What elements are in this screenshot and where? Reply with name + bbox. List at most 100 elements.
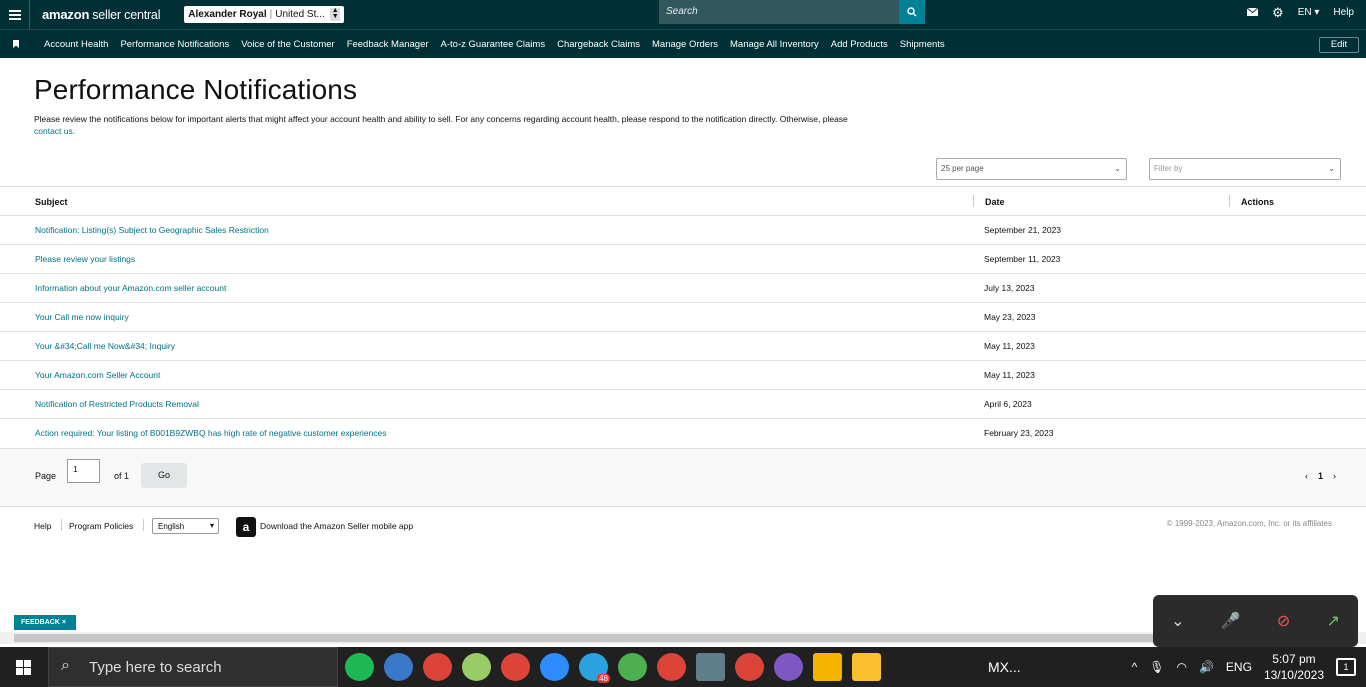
program-policies-link[interactable]: Program Policies bbox=[69, 521, 133, 531]
nav-item-voice-of-customer[interactable]: Voice of the Customer bbox=[241, 39, 334, 50]
taskbar: ⌕ Type here to search 48 MX... ^ 🎙 ◠ 🔊 E… bbox=[0, 647, 1366, 687]
notification-link[interactable]: Notification: Listing(s) Subject to Geog… bbox=[35, 225, 269, 235]
row-date: April 6, 2023 bbox=[984, 399, 1032, 409]
table-row: Please review your listings September 11,… bbox=[0, 245, 1366, 274]
microphone-icon[interactable]: 🎤 bbox=[1221, 611, 1241, 631]
search-icon: ⌕ bbox=[61, 657, 70, 674]
call-controls: ⌄ 🎤 ⊘ ↗ bbox=[1153, 595, 1358, 647]
page-number-input[interactable]: 1 bbox=[67, 459, 100, 483]
nav-item-feedback-manager[interactable]: Feedback Manager bbox=[347, 39, 429, 50]
notification-link[interactable]: Your Call me now inquiry bbox=[35, 312, 129, 322]
telegram-icon[interactable]: 48 bbox=[579, 653, 610, 683]
taskbar-app-label[interactable]: MX... bbox=[988, 659, 1021, 675]
col-actions: Actions bbox=[1241, 197, 1275, 207]
chevron-left-icon[interactable]: ‹ bbox=[1305, 471, 1308, 481]
taskbar-search[interactable]: ⌕ Type here to search bbox=[48, 647, 338, 687]
footer-language-select[interactable]: English ▾ bbox=[152, 518, 219, 534]
spotify-icon[interactable] bbox=[345, 653, 374, 681]
volume-icon[interactable]: 🔊 bbox=[1199, 660, 1214, 674]
sticky-notes-icon[interactable] bbox=[852, 653, 881, 681]
file-explorer-icon[interactable] bbox=[813, 653, 842, 681]
search-input[interactable]: Search bbox=[659, 0, 899, 24]
nav-item-manage-orders[interactable]: Manage Orders bbox=[652, 39, 718, 50]
row-date: September 11, 2023 bbox=[984, 254, 1061, 264]
intro-text: Please review the notifications below fo… bbox=[34, 114, 848, 136]
download-app-link[interactable]: Download the Amazon Seller mobile app bbox=[260, 521, 413, 531]
gear-icon[interactable]: ⚙ bbox=[1272, 6, 1284, 19]
feedback-button[interactable]: FEEDBACK × bbox=[14, 615, 76, 630]
nav-item-performance-notifications[interactable]: Performance Notifications bbox=[120, 39, 229, 50]
chrome-icon[interactable] bbox=[423, 653, 452, 681]
updown-icon: ▲ ▼ bbox=[330, 7, 341, 21]
windows-start-icon[interactable] bbox=[16, 660, 31, 675]
table-row: Action required: Your listing of B001B9Z… bbox=[0, 419, 1366, 448]
chrome-icon[interactable] bbox=[501, 653, 530, 681]
go-button[interactable]: Go bbox=[141, 463, 187, 488]
amazon-app-icon[interactable]: a bbox=[236, 517, 256, 537]
table-row: Your Call me now inquiry May 23, 2023 bbox=[0, 303, 1366, 332]
nav-item-atoz-claims[interactable]: A-to-z Guarantee Claims bbox=[441, 39, 546, 50]
notification-link[interactable]: Information about your Amazon.com seller… bbox=[35, 283, 226, 293]
chevron-right-icon[interactable]: › bbox=[1333, 471, 1336, 481]
chrome-icon[interactable] bbox=[774, 653, 803, 681]
clock[interactable]: 5:07 pm 13/10/2023 bbox=[1264, 651, 1324, 683]
help-link[interactable]: Help bbox=[1333, 7, 1354, 18]
nav-item-add-products[interactable]: Add Products bbox=[831, 39, 888, 50]
filter-select[interactable]: Filter by ⌄ bbox=[1149, 158, 1341, 180]
calculator-icon[interactable] bbox=[696, 653, 725, 681]
paint-icon[interactable] bbox=[462, 653, 491, 681]
chevron-up-icon[interactable]: ^ bbox=[1132, 660, 1138, 674]
language-selector[interactable]: EN ▾ bbox=[1298, 7, 1320, 18]
chrome-icon[interactable] bbox=[735, 653, 764, 681]
notifications-table: Subject Date Actions Notification: Listi… bbox=[0, 186, 1366, 449]
copyright: © 1999-2023, Amazon.com, Inc. or its aff… bbox=[1166, 519, 1332, 528]
nav-item-manage-inventory[interactable]: Manage All Inventory bbox=[730, 39, 819, 50]
camera-off-icon[interactable]: ⊘ bbox=[1277, 611, 1290, 631]
notification-link[interactable]: Please review your listings bbox=[35, 254, 135, 264]
chevron-down-icon: ⌄ bbox=[1328, 164, 1335, 173]
row-date: May 23, 2023 bbox=[984, 312, 1036, 322]
notification-link[interactable]: Notification of Restricted Products Remo… bbox=[35, 399, 199, 409]
page-title: Performance Notifications bbox=[34, 74, 358, 105]
edit-button[interactable]: Edit bbox=[1319, 37, 1359, 53]
nav-items: Account Health Performance Notifications… bbox=[44, 39, 945, 50]
clock-app-icon[interactable] bbox=[384, 653, 413, 681]
share-icon[interactable]: ↗ bbox=[1326, 611, 1339, 631]
logo[interactable]: amazon seller central bbox=[42, 7, 160, 22]
pagination: Page 1 of 1 Go ‹ 1 › bbox=[0, 449, 1366, 507]
table-row: Information about your Amazon.com seller… bbox=[0, 274, 1366, 303]
notification-icon[interactable]: 1 bbox=[1336, 658, 1356, 676]
menu-icon[interactable] bbox=[0, 0, 30, 29]
notification-link[interactable]: Your Amazon.com Seller Account bbox=[35, 370, 160, 380]
bookmark-icon[interactable] bbox=[13, 40, 19, 48]
chrome-icon[interactable] bbox=[657, 653, 686, 681]
zoom-icon[interactable] bbox=[540, 653, 569, 681]
chrome-icon[interactable] bbox=[618, 653, 647, 681]
col-subject[interactable]: Subject bbox=[35, 197, 68, 207]
microphone-icon[interactable]: 🎙 bbox=[1149, 660, 1164, 674]
mail-icon[interactable] bbox=[1247, 8, 1259, 16]
account-selector[interactable]: Alexander Royal | United St... ▲ ▼ bbox=[184, 6, 345, 23]
nav-item-chargeback-claims[interactable]: Chargeback Claims bbox=[557, 39, 640, 50]
per-page-select[interactable]: 25 per page ⌄ bbox=[936, 158, 1127, 180]
chevron-down-icon: ⌄ bbox=[1114, 164, 1121, 173]
notification-link[interactable]: Your &#34;Call me Now&#34; Inquiry bbox=[35, 341, 175, 351]
current-page[interactable]: 1 bbox=[1318, 471, 1323, 481]
row-date: May 11, 2023 bbox=[984, 341, 1035, 351]
row-date: May 11, 2023 bbox=[984, 370, 1035, 380]
table-row: Your &#34;Call me Now&#34; Inquiry May 11… bbox=[0, 332, 1366, 361]
col-date[interactable]: Date bbox=[985, 197, 1005, 207]
table-row: Your Amazon.com Seller Account May 11, 20… bbox=[0, 361, 1366, 390]
notification-link[interactable]: Action required: Your listing of B001B9Z… bbox=[35, 428, 387, 438]
footer-help-link[interactable]: Help bbox=[34, 521, 51, 531]
row-date: February 23, 2023 bbox=[984, 428, 1054, 438]
search-button[interactable] bbox=[899, 0, 925, 24]
search-icon bbox=[907, 7, 917, 17]
table-row: Notification: Listing(s) Subject to Geog… bbox=[0, 216, 1366, 245]
contact-us-link[interactable]: contact us. bbox=[34, 126, 75, 136]
wifi-icon[interactable]: ◠ bbox=[1176, 660, 1186, 674]
chevron-down-icon[interactable]: ⌄ bbox=[1171, 611, 1184, 631]
nav-item-account-health[interactable]: Account Health bbox=[44, 39, 108, 50]
language-indicator[interactable]: ENG bbox=[1226, 660, 1252, 674]
nav-item-shipments[interactable]: Shipments bbox=[900, 39, 945, 50]
